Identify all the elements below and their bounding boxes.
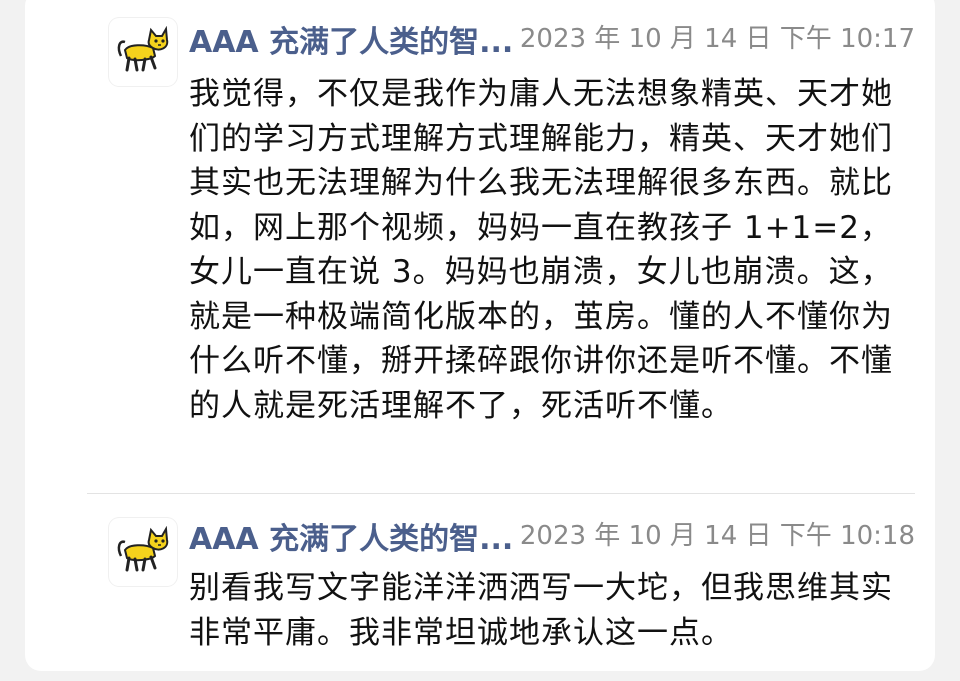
yellow-cat-icon [117, 526, 169, 572]
message-timestamp: 2023 年 10 月 14 日 下午 10:18 [519, 521, 915, 551]
message-list: AAA 充满了人类的智... 2023 年 10 月 14 日 下午 10:17… [25, 0, 935, 671]
avatar[interactable] [109, 18, 177, 86]
message-text: 我觉得，不仅是我作为庸人无法想象精英、天才她们的学习方式理解方式理解能力，精英、… [189, 76, 893, 424]
yellow-cat-icon [117, 26, 169, 72]
sender-name[interactable]: AAA 充满了人类的智... [189, 522, 513, 558]
message-divider [87, 493, 915, 494]
message-text: 别看我写文字能洋洋洒洒写一大坨，但我思维其实非常平庸。我非常坦诚地承认这一点。 [189, 570, 893, 651]
sender-name[interactable]: AAA 充满了人类的智... [189, 25, 513, 61]
avatar[interactable] [109, 518, 177, 586]
message-timestamp: 2023 年 10 月 14 日 下午 10:17 [519, 24, 915, 54]
